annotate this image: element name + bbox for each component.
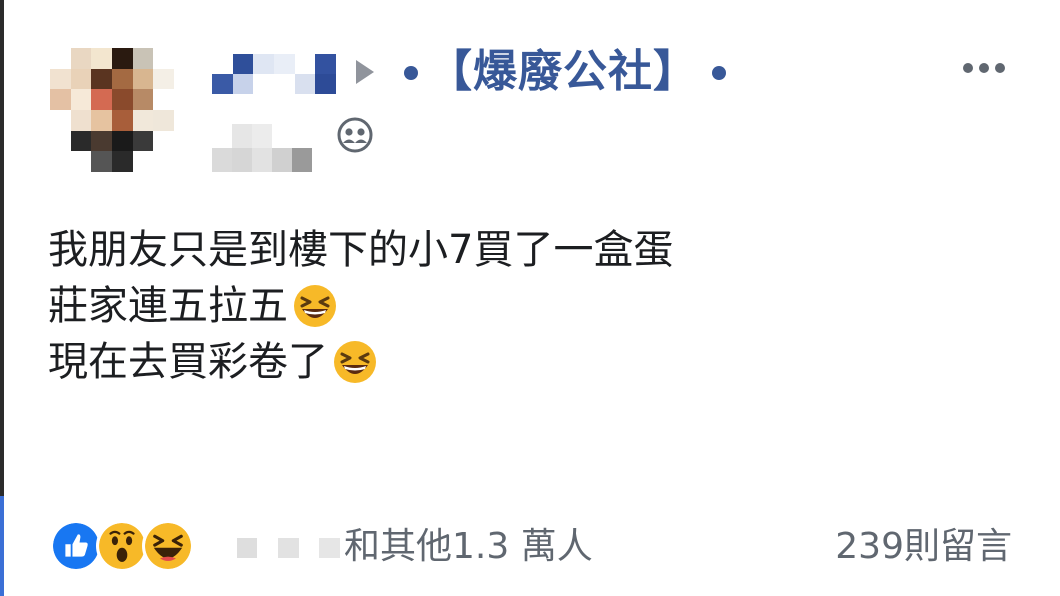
post-text: 我朋友只是到樓下的小7買了一盒蛋 莊家連五拉五 現在去買彩卷了: [48, 222, 808, 390]
reactor-names[interactable]: [216, 538, 340, 558]
comments-count-link[interactable]: 239則留言: [835, 522, 1012, 572]
post-line-text: 我朋友只是到樓下的小7買了一盒蛋: [48, 227, 674, 273]
more-options-icon[interactable]: [956, 56, 1012, 80]
post-line: 我朋友只是到樓下的小7買了一盒蛋: [48, 222, 808, 278]
shared-to-arrow-icon: [356, 60, 374, 84]
group-members-icon[interactable]: [336, 116, 374, 154]
reaction-summary-link[interactable]: 和其他1.3 萬人: [344, 522, 593, 572]
wow-reaction-icon[interactable]: [96, 520, 148, 572]
group-bullet-icon: [404, 66, 418, 80]
post-line-text: 莊家連五拉五: [48, 283, 288, 329]
group-bullet-icon: [712, 66, 726, 80]
post-line: 現在去買彩卷了: [48, 334, 808, 390]
avatar[interactable]: [50, 48, 174, 172]
author-name[interactable]: [212, 54, 336, 94]
haha-reaction-icon[interactable]: [142, 520, 194, 572]
timestamp[interactable]: [212, 124, 312, 172]
reaction-icons[interactable]: [50, 518, 194, 574]
post-line: 莊家連五拉五: [48, 278, 808, 334]
grinning-squinting-face-icon: [332, 339, 378, 385]
like-reaction-icon[interactable]: [50, 520, 102, 572]
group-name-link[interactable]: 【爆廢公社】: [428, 44, 698, 100]
left-border-accent: [0, 496, 4, 596]
grinning-squinting-face-icon: [292, 283, 338, 329]
post-line-text: 現在去買彩卷了: [48, 339, 328, 385]
